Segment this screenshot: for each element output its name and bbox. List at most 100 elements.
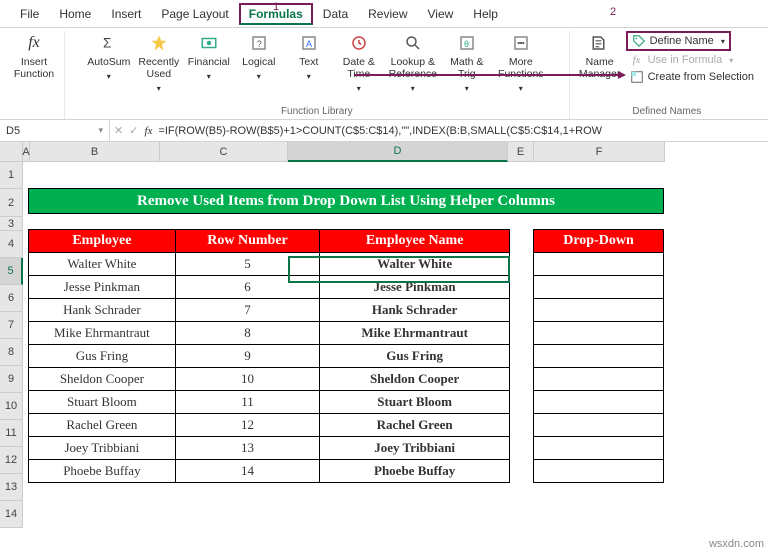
autosum-button[interactable]: ΣAutoSum▾ bbox=[85, 31, 133, 85]
dropdown-cell[interactable] bbox=[534, 414, 664, 437]
table-row[interactable]: Sheldon Cooper10Sheldon Cooper bbox=[29, 368, 510, 391]
table-row[interactable]: Stuart Bloom11Stuart Bloom bbox=[29, 391, 510, 414]
tab-page-layout[interactable]: Page Layout bbox=[151, 3, 238, 25]
cell-row-number[interactable]: 8 bbox=[175, 322, 320, 345]
cell-employee-name[interactable]: Sheldon Cooper bbox=[320, 368, 510, 391]
cell-employee-name[interactable]: Joey Tribbiani bbox=[320, 437, 510, 460]
text-button[interactable]: AText▾ bbox=[285, 31, 333, 85]
tab-review[interactable]: Review bbox=[358, 3, 417, 25]
recently-used-button[interactable]: Recently Used▾ bbox=[135, 31, 183, 97]
cell-row-number[interactable]: 10 bbox=[175, 368, 320, 391]
table-row[interactable]: Joey Tribbiani13Joey Tribbiani bbox=[29, 437, 510, 460]
dropdown-cell[interactable] bbox=[534, 437, 664, 460]
table-row[interactable]: Gus Fring9Gus Fring bbox=[29, 345, 510, 368]
row-header-4[interactable]: 4 bbox=[0, 231, 23, 258]
table-row[interactable]: Mike Ehrmantraut8Mike Ehrmantraut bbox=[29, 322, 510, 345]
dropdown-cell[interactable] bbox=[534, 322, 664, 345]
logical-button[interactable]: ?Logical▾ bbox=[235, 31, 283, 85]
tab-file[interactable]: File bbox=[10, 3, 49, 25]
tab-data[interactable]: Data bbox=[313, 3, 358, 25]
header-dropdown[interactable]: Drop-Down bbox=[534, 230, 664, 253]
cell-row-number[interactable]: 5 bbox=[175, 253, 320, 276]
cell-employee[interactable]: Joey Tribbiani bbox=[29, 437, 176, 460]
row-header-11[interactable]: 11 bbox=[0, 420, 23, 447]
define-name-button[interactable]: Define Name▾ bbox=[626, 31, 731, 51]
cell-employee-name[interactable]: Phoebe Buffay bbox=[320, 460, 510, 483]
row-header-8[interactable]: 8 bbox=[0, 339, 23, 366]
cell-employee-name[interactable]: Rachel Green bbox=[320, 414, 510, 437]
dropdown-cell[interactable] bbox=[534, 368, 664, 391]
formula-input[interactable]: =IF(ROW(B5)-ROW(B$5)+1>COUNT(C$5:C$14),"… bbox=[158, 125, 602, 137]
row-header-13[interactable]: 13 bbox=[0, 474, 23, 501]
cell-row-number[interactable]: 11 bbox=[175, 391, 320, 414]
cell-row-number[interactable]: 13 bbox=[175, 437, 320, 460]
row-header-1[interactable]: 1 bbox=[0, 162, 23, 189]
col-header-f[interactable]: F bbox=[534, 142, 665, 162]
col-header-c[interactable]: C bbox=[160, 142, 288, 162]
table-row[interactable]: Phoebe Buffay14Phoebe Buffay bbox=[29, 460, 510, 483]
cell-employee-name[interactable]: Jesse Pinkman bbox=[320, 276, 510, 299]
row-header-2[interactable]: 2 bbox=[0, 189, 23, 217]
dropdown-cell[interactable] bbox=[534, 276, 664, 299]
cell-row-number[interactable]: 12 bbox=[175, 414, 320, 437]
cell-employee[interactable]: Sheldon Cooper bbox=[29, 368, 176, 391]
row-header-7[interactable]: 7 bbox=[0, 312, 23, 339]
cell-employee-name[interactable]: Mike Ehrmantraut bbox=[320, 322, 510, 345]
cell-employee[interactable]: Rachel Green bbox=[29, 414, 176, 437]
header-employee[interactable]: Employee bbox=[29, 230, 176, 253]
tab-help[interactable]: Help bbox=[463, 3, 508, 25]
col-header-b[interactable]: B bbox=[30, 142, 160, 162]
cell-employee[interactable]: Stuart Bloom bbox=[29, 391, 176, 414]
cancel-icon[interactable]: ✕ bbox=[114, 124, 123, 137]
cell-row-number[interactable]: 6 bbox=[175, 276, 320, 299]
table-row[interactable]: Hank Schrader7Hank Schrader bbox=[29, 299, 510, 322]
table-row[interactable]: Rachel Green12Rachel Green bbox=[29, 414, 510, 437]
cell-row-number[interactable]: 7 bbox=[175, 299, 320, 322]
cell-employee-name[interactable]: Stuart Bloom bbox=[320, 391, 510, 414]
dropdown-cell[interactable] bbox=[534, 299, 664, 322]
cell-employee-name[interactable]: Hank Schrader bbox=[320, 299, 510, 322]
row-header-12[interactable]: 12 bbox=[0, 447, 23, 474]
col-header-d[interactable]: D bbox=[288, 142, 508, 162]
col-header-e[interactable]: E bbox=[508, 142, 534, 162]
name-box[interactable]: D5▾ bbox=[0, 120, 110, 141]
use-in-formula-button[interactable]: fxUse in Formula▾ bbox=[626, 52, 738, 68]
financial-button[interactable]: Financial▾ bbox=[185, 31, 233, 85]
header-row-number[interactable]: Row Number bbox=[175, 230, 320, 253]
row-header-6[interactable]: 6 bbox=[0, 285, 23, 312]
dropdown-cell[interactable] bbox=[534, 345, 664, 368]
table-row[interactable]: Walter White5Walter White bbox=[29, 253, 510, 276]
insert-function-button[interactable]: fx Insert Function bbox=[10, 31, 58, 82]
row-header-5[interactable]: 5 bbox=[0, 258, 23, 285]
row-header-14[interactable]: 14 bbox=[0, 501, 23, 528]
dropdown-cell[interactable] bbox=[534, 460, 664, 483]
cell-employee[interactable]: Walter White bbox=[29, 253, 176, 276]
header-employee-name[interactable]: Employee Name bbox=[320, 230, 510, 253]
tab-view[interactable]: View bbox=[418, 3, 464, 25]
cell-row-number[interactable]: 9 bbox=[175, 345, 320, 368]
dropdown-cell[interactable] bbox=[534, 253, 664, 276]
cell-employee-name[interactable]: Walter White bbox=[320, 253, 510, 276]
table-row[interactable]: Jesse Pinkman6Jesse Pinkman bbox=[29, 276, 510, 299]
tab-home[interactable]: Home bbox=[49, 3, 101, 25]
col-header-a[interactable]: A bbox=[23, 142, 30, 162]
fx-icon[interactable]: fx bbox=[144, 125, 152, 137]
enter-icon[interactable]: ✓ bbox=[129, 124, 138, 137]
select-all-corner[interactable] bbox=[0, 142, 23, 162]
row-header-3[interactable]: 3 bbox=[0, 217, 23, 231]
dropdown-cell[interactable] bbox=[534, 391, 664, 414]
cell-employee[interactable]: Hank Schrader bbox=[29, 299, 176, 322]
tab-insert[interactable]: Insert bbox=[101, 3, 151, 25]
cell-employee-name[interactable]: Gus Fring bbox=[320, 345, 510, 368]
date-time-button[interactable]: Date & Time▾ bbox=[335, 31, 383, 97]
more-functions-button[interactable]: More Functions▾ bbox=[493, 31, 549, 97]
cell-row-number[interactable]: 14 bbox=[175, 460, 320, 483]
math-trig-button[interactable]: θMath & Trig▾ bbox=[443, 31, 491, 97]
row-header-10[interactable]: 10 bbox=[0, 393, 23, 420]
cell-employee[interactable]: Jesse Pinkman bbox=[29, 276, 176, 299]
cell-employee[interactable]: Phoebe Buffay bbox=[29, 460, 176, 483]
create-from-selection-button[interactable]: Create from Selection bbox=[626, 69, 758, 85]
row-header-9[interactable]: 9 bbox=[0, 366, 23, 393]
cell-employee[interactable]: Mike Ehrmantraut bbox=[29, 322, 176, 345]
cell-employee[interactable]: Gus Fring bbox=[29, 345, 176, 368]
